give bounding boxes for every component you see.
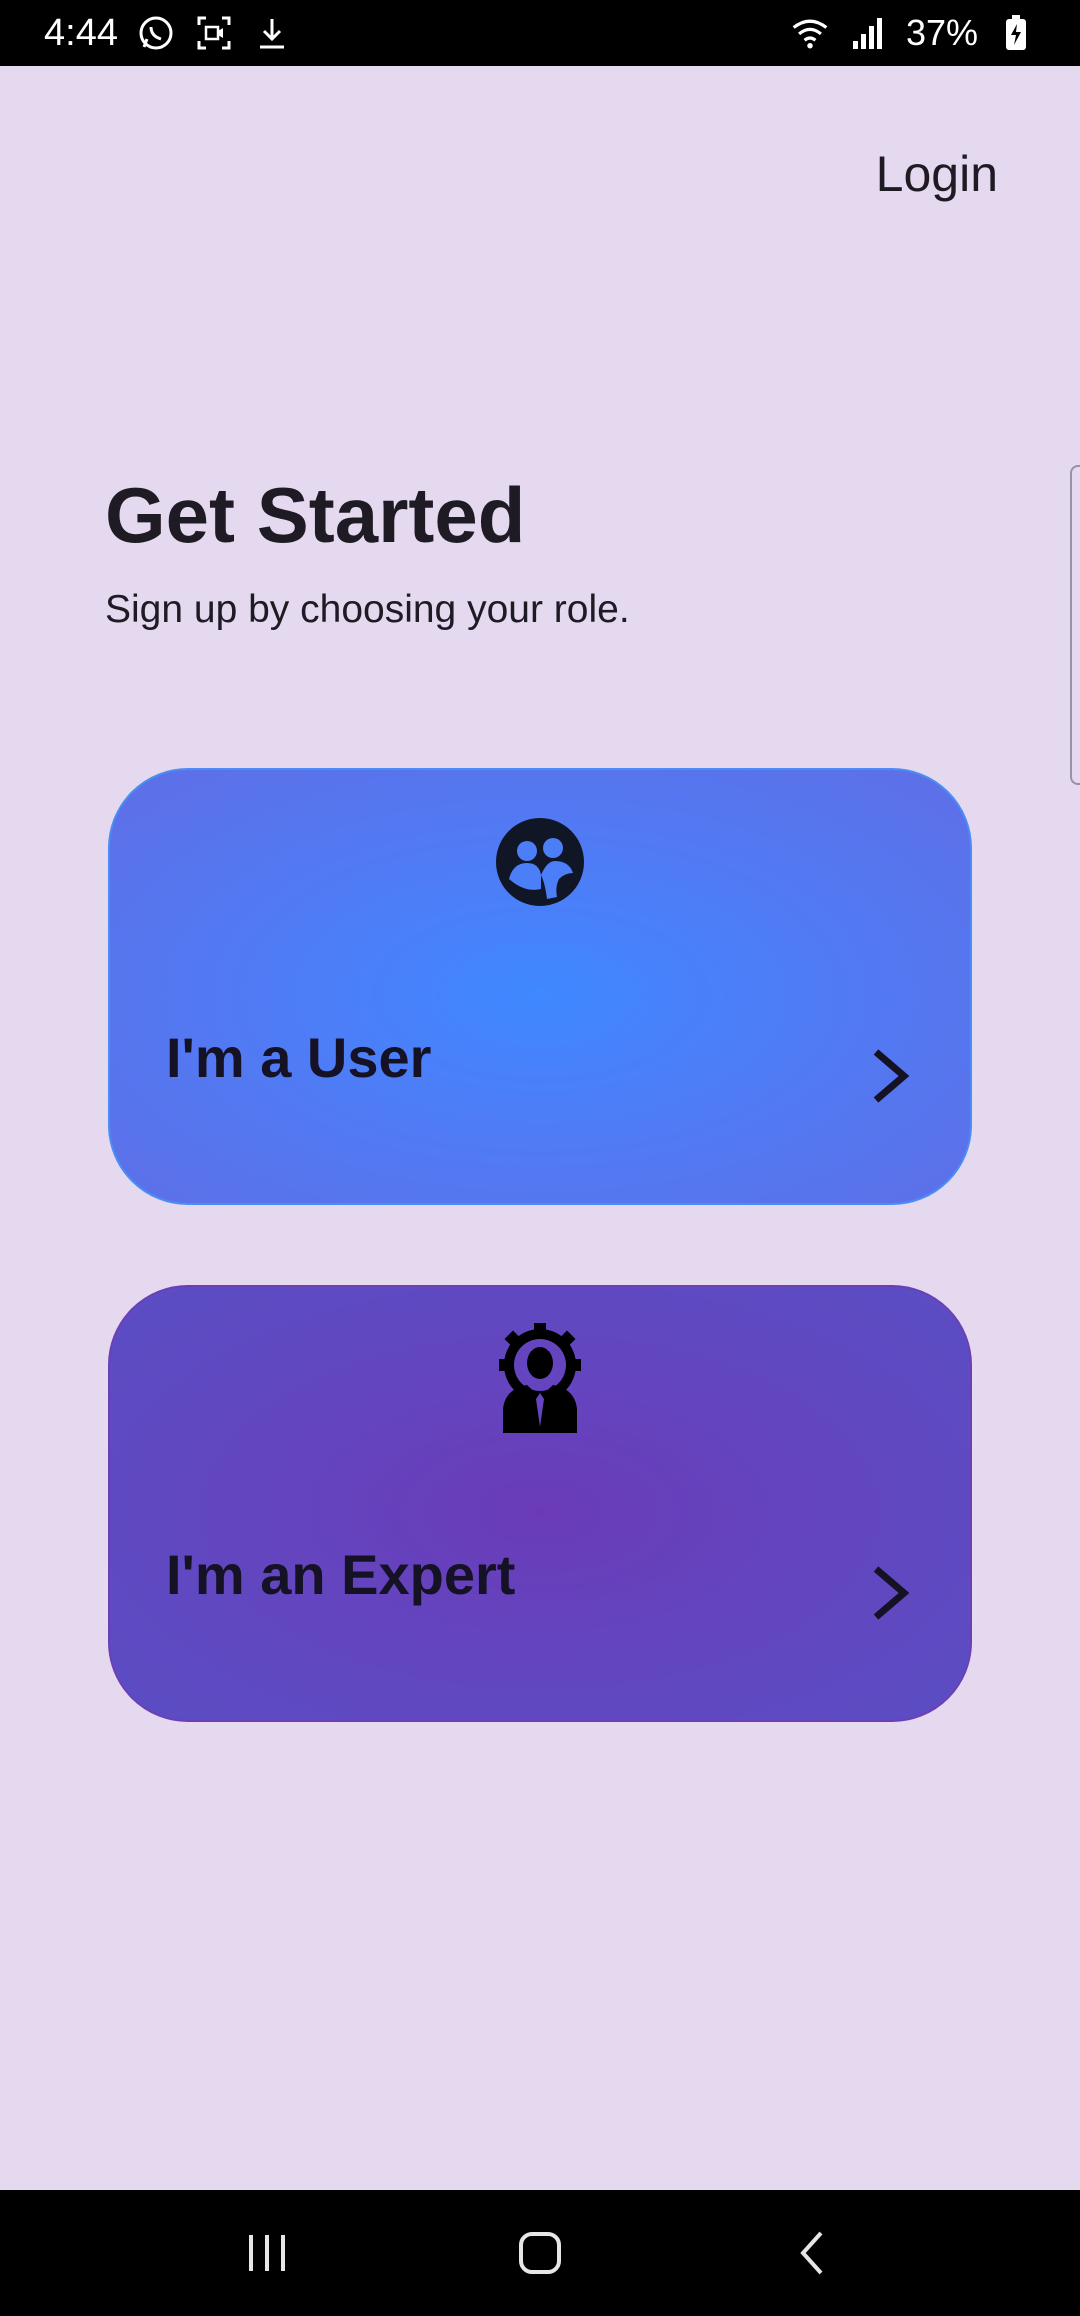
system-nav-bar (0, 2190, 1080, 2316)
user-role-label: I'm a User (166, 1026, 432, 1089)
recent-apps-icon[interactable] (237, 2223, 297, 2283)
page-subtitle: Sign up by choosing your role. (105, 588, 630, 631)
signal-icon (848, 13, 888, 53)
users-icon (492, 814, 588, 910)
status-bar: 4:44 37% (0, 0, 1080, 66)
battery-percent: 37% (905, 12, 978, 53)
status-right: 37% (790, 12, 1036, 54)
wifi-icon (790, 13, 830, 53)
status-left: 4:44 (44, 12, 292, 55)
expert-role-label: I'm an Expert (166, 1543, 516, 1606)
home-icon[interactable] (510, 2223, 570, 2283)
status-time: 4:44 (44, 11, 118, 54)
screen-record-icon (194, 13, 234, 53)
page-title: Get Started (105, 471, 526, 559)
chevron-right-icon (873, 1049, 910, 1103)
edge-panel-handle[interactable] (1070, 465, 1080, 785)
back-icon[interactable] (783, 2223, 843, 2283)
expert-role-card[interactable]: I'm an Expert (108, 1285, 972, 1722)
whatsapp-icon (136, 13, 176, 53)
expert-gear-person-icon (495, 1323, 585, 1433)
login-link[interactable]: Login (876, 145, 998, 203)
chevron-right-icon (873, 1566, 910, 1620)
download-icon (252, 13, 292, 53)
user-role-card[interactable]: I'm a User (108, 768, 972, 1205)
battery-charging-icon (996, 13, 1036, 53)
